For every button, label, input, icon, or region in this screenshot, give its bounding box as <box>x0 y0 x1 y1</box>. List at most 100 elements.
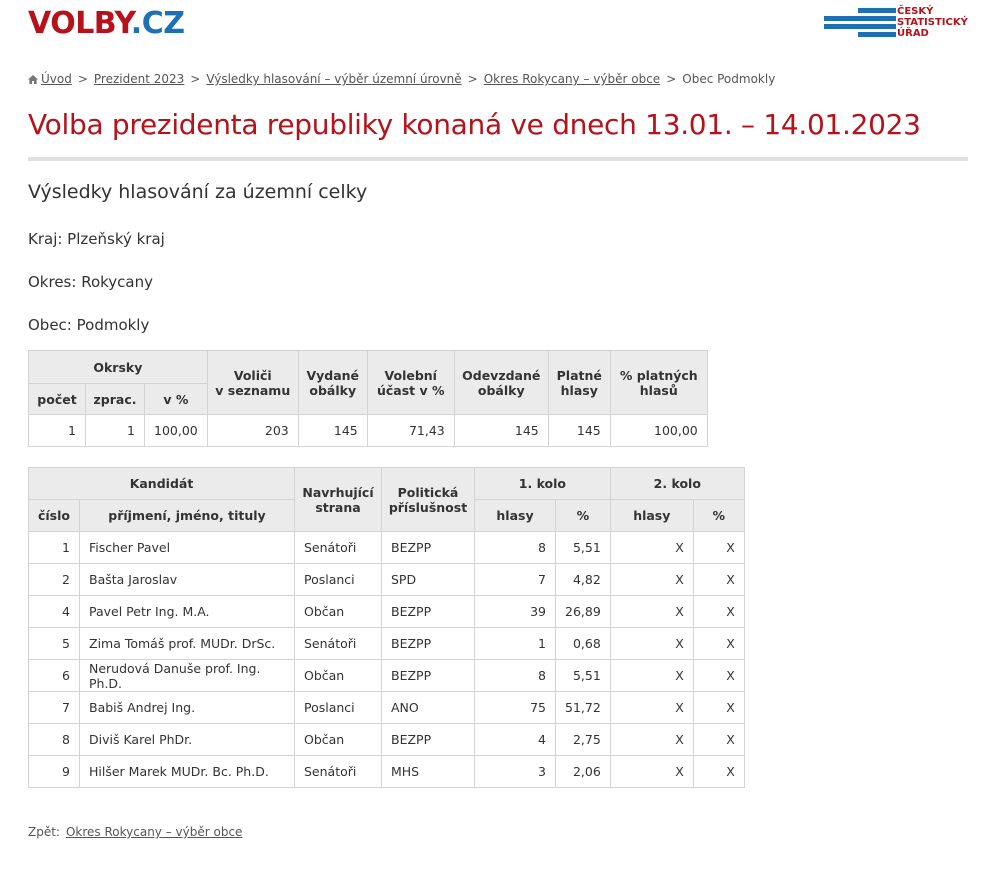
cell-pct-platnych: 100,00 <box>609 414 708 447</box>
breadcrumb-home[interactable]: Úvod <box>41 72 72 86</box>
table-row: 2 Bašta Jaroslav Poslanci SPD 7 4,82 X X <box>28 563 745 596</box>
th-odevzdane: Odevzdané obálky <box>453 350 549 415</box>
title-divider <box>28 157 968 161</box>
cell-jmeno: Pavel Petr Ing. M.A. <box>79 595 295 628</box>
info-kraj: Kraj: Plzeňský kraj <box>28 230 165 248</box>
th-platne-line1: Platné <box>556 367 602 383</box>
cell-pct1: 0,68 <box>555 627 611 660</box>
th-vydane: Vydané obálky <box>297 350 368 415</box>
cell-cislo: 5 <box>28 627 80 660</box>
table-row: 1 Fischer Pavel Senátoři BEZPP 8 5,51 X X <box>28 531 745 564</box>
th-pct2: % <box>692 499 745 532</box>
cell-jmeno: Babiš Andrej Ing. <box>79 691 295 724</box>
th-pct-platnych-line1: % platných <box>619 367 698 383</box>
th-kolo2: 2. kolo <box>609 467 745 500</box>
cell-v-pct: 100,00 <box>144 414 208 447</box>
cell-odevzdane: 145 <box>453 414 549 447</box>
cell-pct1: 5,51 <box>555 659 611 692</box>
cell-hlasy1: 8 <box>474 659 556 692</box>
cell-politicka: BEZPP <box>381 723 475 756</box>
table-row: 1 1 100,00 203 145 71,43 145 145 100,00 <box>28 414 708 447</box>
th-volici-line1: Voliči <box>233 367 272 383</box>
cell-hlasy1: 75 <box>474 691 556 724</box>
th-navrhujici: Navrhující strana <box>294 467 382 532</box>
cell-hlasy1: 39 <box>474 595 556 628</box>
csu-logo-text: ČESKÝ STATISTICKÝ ÚŘAD <box>897 6 968 39</box>
info-okres: Okres: Rokycany <box>28 273 153 291</box>
th-volici-line2: v seznamu <box>215 382 291 398</box>
cell-politicka: BEZPP <box>381 531 475 564</box>
table-row: 4 Pavel Petr Ing. M.A. Občan BEZPP 39 26,89 X X <box>28 595 745 628</box>
th-odevzdane-line2: obálky <box>477 382 525 398</box>
cell-pocet: 1 <box>28 414 86 447</box>
breadcrumb-separator: > <box>666 72 677 86</box>
cell-jmeno: Nerudová Danuše prof. Ing. Ph.D. <box>79 659 295 692</box>
cell-politicka: BEZPP <box>381 595 475 628</box>
cell-pct1: 4,82 <box>555 563 611 596</box>
page-title: Volba prezidenta republiky konaná ve dne… <box>28 108 921 141</box>
csu-logo-bar <box>858 8 896 13</box>
th-jmeno: příjmení, jméno, tituly <box>79 499 295 532</box>
cell-hlasy2: X <box>609 723 694 756</box>
results-table: Kandidát Navrhující strana Politická přísl… <box>28 467 745 788</box>
th-cislo: číslo <box>28 499 80 532</box>
cell-ucast: 71,43 <box>366 414 455 447</box>
csu-logo[interactable]: ČESKÝ STATISTICKÝ ÚŘAD <box>824 6 974 46</box>
th-politicka: Politická příslušnost <box>381 467 475 532</box>
th-navrhujici-line1: Navrhující <box>302 484 374 500</box>
th-ucast-line2: účast v % <box>376 382 445 398</box>
cell-navrhujici: Občan <box>294 723 382 756</box>
breadcrumb-okres-rokycany[interactable]: Okres Rokycany – výběr obce <box>484 72 660 86</box>
cell-jmeno: Hilšer Marek MUDr. Bc. Ph.D. <box>79 755 295 788</box>
table-row: 9 Hilšer Marek MUDr. Bc. Ph.D. Senátoři MHS… <box>28 755 745 788</box>
csu-logo-line: STATISTICKÝ <box>897 17 968 28</box>
cell-platne: 145 <box>547 414 611 447</box>
cell-politicka: MHS <box>381 755 475 788</box>
cell-pct2: X <box>692 659 745 692</box>
cell-pct1: 5,51 <box>555 531 611 564</box>
back-link-okres-rokycany[interactable]: Okres Rokycany – výběr obce <box>66 825 242 839</box>
logo-part-volby: VOLBY <box>28 6 131 41</box>
cell-cislo: 7 <box>28 691 80 724</box>
cell-pct2: X <box>692 627 745 660</box>
th-pct1: % <box>555 499 611 532</box>
breadcrumb-prezident-2023[interactable]: Prezident 2023 <box>94 72 184 86</box>
cell-hlasy2: X <box>609 627 694 660</box>
cell-cislo: 1 <box>28 531 80 564</box>
breadcrumb-current: Obec Podmokly <box>682 72 776 86</box>
cell-hlasy2: X <box>609 755 694 788</box>
th-pocet: počet <box>28 383 86 415</box>
cell-cislo: 8 <box>28 723 80 756</box>
th-okrsky: Okrsky <box>28 350 208 384</box>
volby-logo[interactable]: VOLBY.CZ <box>28 6 185 41</box>
cell-pct2: X <box>692 595 745 628</box>
breadcrumb-vysledky-vyber-urovne[interactable]: Výsledky hlasování – výběr územní úrovně <box>206 72 461 86</box>
th-pct-platnych-line2: hlasů <box>639 382 678 398</box>
cell-vydane: 145 <box>297 414 368 447</box>
cell-pct2: X <box>692 563 745 596</box>
back-label: Zpět: <box>28 825 60 839</box>
cell-hlasy2: X <box>609 691 694 724</box>
summary-table: Okrsky Voliči v seznamu Vydané obálky Vole… <box>28 350 708 447</box>
cell-cislo: 2 <box>28 563 80 596</box>
csu-logo-bar <box>824 16 896 21</box>
th-odevzdane-line1: Odevzdané <box>462 367 541 383</box>
th-hlasy2: hlasy <box>609 499 694 532</box>
cell-jmeno: Fischer Pavel <box>79 531 295 564</box>
cell-jmeno: Diviš Karel PhDr. <box>79 723 295 756</box>
cell-pct2: X <box>692 723 745 756</box>
cell-hlasy2: X <box>609 531 694 564</box>
cell-cislo: 6 <box>28 659 80 692</box>
cell-cislo: 4 <box>28 595 80 628</box>
th-politicka-line2: příslušnost <box>388 499 468 515</box>
csu-logo-bar <box>824 24 896 29</box>
csu-logo-bar <box>858 32 896 37</box>
cell-navrhujici: Senátoři <box>294 755 382 788</box>
cell-politicka: ANO <box>381 691 475 724</box>
th-navrhujici-line2: strana <box>315 499 361 515</box>
table-row: 5 Zima Tomáš prof. MUDr. DrSc. Senátoři BEZ… <box>28 627 745 660</box>
cell-navrhujici: Občan <box>294 659 382 692</box>
breadcrumb-separator: > <box>77 72 88 86</box>
cell-hlasy2: X <box>609 563 694 596</box>
th-politicka-line1: Politická <box>397 484 459 500</box>
